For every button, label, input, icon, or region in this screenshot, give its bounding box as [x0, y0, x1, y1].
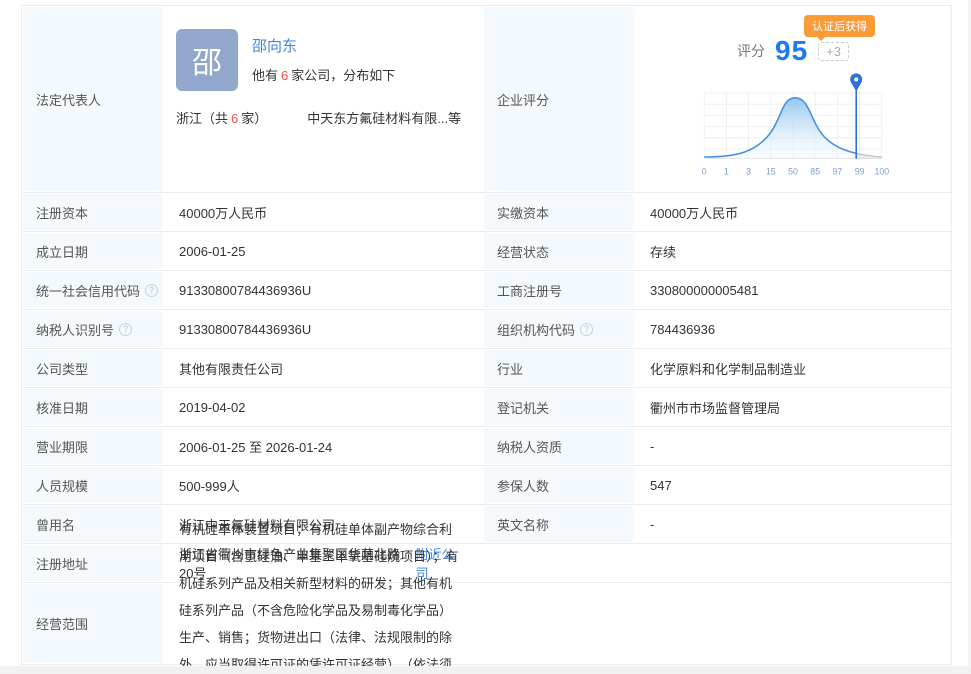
field-label-enterprise-score: 企业评分	[483, 6, 635, 192]
score-number: 95	[775, 35, 808, 67]
table-row: 人员规模 500-999人 参保人数 547	[22, 465, 951, 504]
legal-representative-name-link[interactable]: 邵向东	[252, 35, 297, 56]
field-value-english-name: -	[635, 505, 951, 543]
svg-text:0: 0	[702, 167, 707, 177]
field-value-staff-size: 500-999人	[164, 466, 483, 504]
company-info-page: 法定代表人 邵 邵向东 他有6家公司，分布如下 浙江（共6家） 中天东方氟硅材料…	[0, 0, 971, 674]
help-icon[interactable]: ?	[580, 323, 593, 336]
field-label-taxpayer-qualification: 纳税人资质	[483, 427, 635, 465]
table-row: 统一社会信用代码? 91330800784436936U 工商注册号 33080…	[22, 270, 951, 309]
table-row: 注册地址 浙江省衢州市绿色产业集聚区华荫北路20号 附近公司	[22, 543, 951, 582]
field-value-approval-date: 2019-04-02	[164, 388, 483, 426]
field-label-staff-size: 人员规模	[22, 466, 164, 504]
field-value-unified-social-credit-code: 91330800784436936U	[164, 271, 483, 309]
field-value-industry: 化学原料和化学制品制造业	[635, 349, 951, 387]
table-row: 营业期限 2006-01-25 至 2026-01-24 纳税人资质 -	[22, 426, 951, 465]
score-distribution-chart: 0 1 3 15 50 85 97 99 100	[693, 68, 893, 186]
field-value-taxpayer-qualification: -	[635, 427, 951, 465]
legal-representative-value: 邵 邵向东 他有6家公司，分布如下 浙江（共6家） 中天东方氟硅材料有限...等	[164, 6, 483, 192]
table-row: 法定代表人 邵 邵向东 他有6家公司，分布如下 浙江（共6家） 中天东方氟硅材料…	[22, 6, 951, 192]
field-value-registered-capital: 40000万人民币	[164, 193, 483, 231]
company-count-number: 6	[281, 68, 288, 83]
table-row: 公司类型 其他有限责任公司 行业 化学原料和化学制品制造业	[22, 348, 951, 387]
field-value-paid-in-capital: 40000万人民币	[635, 193, 951, 231]
field-label-registered-address: 注册地址	[22, 544, 164, 582]
field-label-industry: 行业	[483, 349, 635, 387]
chart-x-axis-ticks: 0 1 3 15 50 85 97 99 100	[702, 167, 889, 177]
region-count-number: 6	[231, 111, 238, 126]
score-marker-pin	[850, 73, 862, 158]
field-value-operating-status: 存续	[635, 232, 951, 270]
company-info-table: 法定代表人 邵 邵向东 他有6家公司，分布如下 浙江（共6家） 中天东方氟硅材料…	[21, 5, 952, 665]
svg-text:3: 3	[746, 167, 751, 177]
legal-representative-avatar[interactable]: 邵	[176, 29, 238, 91]
table-row: 曾用名 浙江中天氟硅材料有限公司 英文名称 -	[22, 504, 951, 543]
legal-representative-company-count: 他有6家公司，分布如下	[252, 65, 395, 84]
field-value-insured-staff-count: 547	[635, 466, 951, 504]
field-label-registration-authority: 登记机关	[483, 388, 635, 426]
field-value-company-type: 其他有限责任公司	[164, 349, 483, 387]
svg-text:99: 99	[855, 167, 865, 177]
field-label-company-type: 公司类型	[22, 349, 164, 387]
table-row: 注册资本 40000万人民币 实缴资本 40000万人民币	[22, 192, 951, 231]
svg-text:15: 15	[766, 167, 776, 177]
svg-text:85: 85	[810, 167, 820, 177]
table-row: 核准日期 2019-04-02 登记机关 衢州市市场监督管理局	[22, 387, 951, 426]
help-icon[interactable]: ?	[145, 284, 158, 297]
page-bottom-divider	[0, 666, 971, 674]
field-value-business-term: 2006-01-25 至 2026-01-24	[164, 427, 483, 465]
legal-representative-region-line: 浙江（共6家） 中天东方氟硅材料有限...等	[176, 108, 483, 127]
field-label-legal-representative: 法定代表人	[22, 6, 164, 192]
field-label-taxpayer-id: 纳税人识别号?	[22, 310, 164, 348]
field-label-organization-code: 组织机构代码?	[483, 310, 635, 348]
related-company-list: 中天东方氟硅材料有限...等	[307, 108, 461, 127]
svg-text:1: 1	[724, 167, 729, 177]
field-value-registration-authority: 衢州市市场监督管理局	[635, 388, 951, 426]
field-label-unified-social-credit-code: 统一社会信用代码?	[22, 271, 164, 309]
legal-representative-card: 邵 邵向东 他有6家公司，分布如下	[176, 29, 483, 91]
field-label-establishment-date: 成立日期	[22, 232, 164, 270]
field-value-business-registration-number: 330800000005481	[635, 271, 951, 309]
score-header: 评分 95 +3 认证后获得	[635, 36, 951, 66]
field-label-insured-staff-count: 参保人数	[483, 466, 635, 504]
field-label-approval-date: 核准日期	[22, 388, 164, 426]
table-row: 成立日期 2006-01-25 经营状态 存续	[22, 231, 951, 270]
field-label-paid-in-capital: 实缴资本	[483, 193, 635, 231]
svg-text:97: 97	[833, 167, 843, 177]
enterprise-score-value: 评分 95 +3 认证后获得	[635, 6, 951, 192]
table-row: 经营范围 有机硅单体装置项目；有机硅单体副产物综合利用项目（含氢硅油、甲基三甲氧…	[22, 582, 951, 664]
field-label-business-scope: 经营范围	[22, 583, 164, 664]
field-value-business-scope: 有机硅单体装置项目；有机硅单体副产物综合利用项目（含氢硅油、甲基三甲氧基硅烷项目…	[164, 583, 483, 664]
distribution-area-left	[704, 98, 882, 159]
field-value-taxpayer-id: 91330800784436936U	[164, 310, 483, 348]
field-label-english-name: 英文名称	[483, 505, 635, 543]
table-row: 纳税人识别号? 91330800784436936U 组织机构代码? 78443…	[22, 309, 951, 348]
svg-text:50: 50	[788, 167, 798, 177]
field-label-operating-status: 经营状态	[483, 232, 635, 270]
help-icon[interactable]: ?	[119, 323, 132, 336]
field-value-organization-code: 784436936	[635, 310, 951, 348]
region-distribution: 浙江（共6家）	[176, 108, 267, 127]
certification-tooltip-badge[interactable]: 认证后获得	[804, 15, 875, 37]
score-word: 评分	[737, 41, 765, 61]
field-label-former-name: 曾用名	[22, 505, 164, 543]
svg-text:100: 100	[874, 167, 889, 177]
field-label-business-term: 营业期限	[22, 427, 164, 465]
field-value-establishment-date: 2006-01-25	[164, 232, 483, 270]
field-label-registered-capital: 注册资本	[22, 193, 164, 231]
field-label-business-registration-number: 工商注册号	[483, 271, 635, 309]
